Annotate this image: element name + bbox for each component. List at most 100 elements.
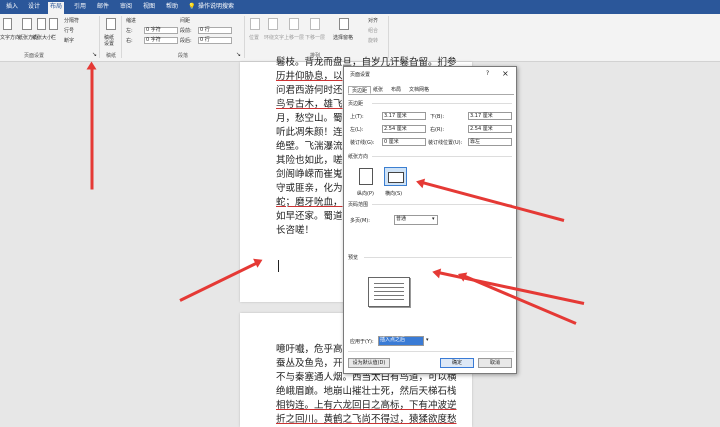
left-margin-label: 左(L): <box>350 127 364 133</box>
tab-layout[interactable]: 布局 <box>388 86 404 94</box>
text-line: 绝峨眉巅。地崩山摧壮士死，然后天梯石栈 <box>276 386 457 397</box>
right-margin-field[interactable]: 2.54 厘米 <box>468 125 512 133</box>
paper-size-icon[interactable] <box>37 18 46 30</box>
line-numbers-button[interactable]: 行号 <box>64 27 74 34</box>
tab-insert[interactable]: 插入 <box>4 2 20 12</box>
chevron-down-icon[interactable]: ▾ <box>432 216 435 222</box>
manuscript-button[interactable]: 稿纸设置 <box>104 35 118 47</box>
orientation-icon[interactable] <box>22 18 32 30</box>
apply-to-select[interactable]: 插入点之后 <box>378 336 424 346</box>
wrap-text-button[interactable]: 环绕文字 <box>264 34 284 41</box>
rotate-button[interactable]: 旋转 <box>368 37 378 44</box>
gutter-position-select[interactable]: 靠左 <box>468 138 512 146</box>
hyphenation-button[interactable]: 断字 <box>64 37 74 44</box>
tell-me-search[interactable]: 操作说明搜索 <box>196 2 236 12</box>
position-icon[interactable] <box>250 18 260 30</box>
text-line: 长咨嗟！ <box>276 225 315 236</box>
left-margin-field[interactable]: 2.54 厘米 <box>382 125 426 133</box>
right-margin-label: 右(R): <box>430 127 445 133</box>
send-backward-icon[interactable] <box>310 18 320 30</box>
gutter-position-label: 装订线位置(U): <box>428 140 463 146</box>
multiple-pages-label: 多页(M): <box>350 218 370 224</box>
section-heading: 预览 <box>348 255 359 261</box>
gutter-label: 装订线(G): <box>350 140 375 146</box>
preview-page-icon <box>368 277 410 307</box>
selection-pane-button[interactable]: 选择窗格 <box>333 34 353 41</box>
tab-view[interactable]: 视图 <box>141 2 157 12</box>
top-margin-label: 上(T): <box>350 114 364 120</box>
text-line: 问君西游何时还 <box>276 85 343 96</box>
indent-label: 缩进 <box>126 18 137 24</box>
portrait-icon[interactable] <box>359 168 373 185</box>
text-line: 折之回川。黄鹤之飞尚不得过，猿猱欲度愁 <box>276 414 457 425</box>
divider <box>372 103 512 104</box>
columns-button[interactable]: 栏 <box>51 34 56 41</box>
text-line: 蛇；磨牙吮血， <box>276 197 343 208</box>
text-line: 历井仰胁息，以 <box>276 71 343 82</box>
size-button[interactable]: 纸张大小 <box>32 34 52 41</box>
divider <box>364 257 512 258</box>
space-after-label: 段后: <box>180 38 192 44</box>
divider <box>348 94 514 95</box>
landscape-option-highlight[interactable] <box>384 167 407 186</box>
divider <box>388 16 389 58</box>
tab-mailings[interactable]: 邮件 <box>95 2 111 12</box>
indent-right-field[interactable]: 0 字符 <box>144 37 178 44</box>
indent-left-field[interactable]: 0 字符 <box>144 27 178 34</box>
text-line: 剑阁峥嵘而崔嵬 <box>276 169 343 180</box>
section-heading: 页边距 <box>348 101 364 107</box>
tab-review[interactable]: 审阅 <box>118 2 134 12</box>
text-line: 守或匪亲，化为 <box>276 183 343 194</box>
text-line: 月，愁空山。蜀 <box>276 113 343 124</box>
text-line: 如早还家。蜀道 <box>276 211 343 222</box>
manuscript-icon[interactable] <box>106 18 116 30</box>
top-margin-field[interactable]: 3.17 厘米 <box>382 112 426 120</box>
help-button[interactable]: ? <box>486 70 489 77</box>
space-before-label: 段前: <box>180 28 192 34</box>
text-line: 鸟号古木，雄飞 <box>276 99 343 110</box>
breaks-button[interactable]: 分隔符 <box>64 17 79 24</box>
columns-icon[interactable] <box>49 18 58 30</box>
group-paragraph: 段落 <box>178 53 189 59</box>
text-direction-icon[interactable] <box>3 18 12 30</box>
group-manuscript: 稿纸 <box>106 53 117 59</box>
tab-margins[interactable]: 页边距 <box>348 86 372 94</box>
space-after-field[interactable]: 0 行 <box>198 37 232 44</box>
bring-forward-button[interactable]: 上移一层 <box>284 34 304 41</box>
send-backward-button[interactable]: 下移一层 <box>305 34 325 41</box>
position-button[interactable]: 位置 <box>249 34 259 41</box>
tab-help[interactable]: 帮助 <box>164 2 180 12</box>
group-page-setup: 页面设置 <box>24 53 45 59</box>
divider <box>348 351 514 352</box>
set-as-default-button[interactable]: 设为默认值(D) <box>348 358 390 368</box>
dialog-title: 页面设置 <box>350 72 371 78</box>
tab-paper[interactable]: 纸张 <box>370 86 386 94</box>
section-heading: 纸张方向 <box>348 154 369 160</box>
selection-pane-icon[interactable] <box>339 18 349 30</box>
align-button[interactable]: 对齐 <box>368 17 378 24</box>
divider <box>244 16 245 58</box>
spacing-label: 间距 <box>180 18 191 24</box>
bottom-margin-field[interactable]: 3.17 厘米 <box>468 112 512 120</box>
gutter-field[interactable]: 0 厘米 <box>382 138 426 146</box>
tab-document-grid[interactable]: 文档网格 <box>406 86 432 94</box>
divider <box>372 156 512 157</box>
chevron-down-icon[interactable]: ▾ <box>426 337 429 343</box>
cancel-button[interactable]: 取消 <box>478 358 512 368</box>
portrait-option[interactable]: 纵向(P) <box>357 190 374 197</box>
space-before-field[interactable]: 0 行 <box>198 27 232 34</box>
text-line: 噫吁嚱，危乎高 <box>276 344 343 355</box>
ok-button[interactable]: 确定 <box>440 358 474 368</box>
tab-design[interactable]: 设计 <box>26 2 42 12</box>
dialog-launcher-icon[interactable]: ↘ <box>92 51 97 58</box>
tab-layout[interactable]: 布局 <box>48 2 65 14</box>
landscape-option[interactable]: 横向(S) <box>385 190 402 197</box>
group-button[interactable]: 组合 <box>368 27 378 34</box>
dialog-launcher-icon[interactable]: ↘ <box>236 51 241 58</box>
wrap-text-icon[interactable] <box>268 18 278 30</box>
close-button[interactable]: × <box>502 69 509 78</box>
tab-references[interactable]: 引用 <box>72 2 88 12</box>
bring-forward-icon[interactable] <box>289 18 299 30</box>
text-direction-button[interactable]: 文字方向 <box>0 34 20 41</box>
text-cursor <box>278 260 279 272</box>
